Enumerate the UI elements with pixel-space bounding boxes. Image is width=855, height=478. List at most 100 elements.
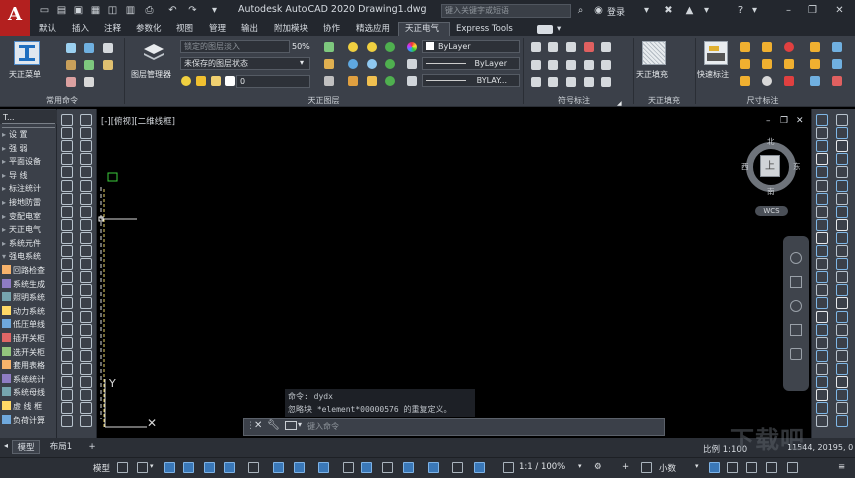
linetype-dropdown[interactable]: ByLayer — [422, 57, 520, 70]
model-space-button[interactable]: 模型 — [93, 462, 110, 474]
donut-tool-icon[interactable] — [80, 284, 92, 297]
ortho-icon[interactable] — [164, 462, 175, 473]
tangent-tool-icon[interactable] — [836, 218, 848, 231]
donut-tool-icon[interactable] — [61, 323, 73, 336]
bulb-off-icon[interactable] — [367, 42, 377, 52]
dim-tool-d-icon[interactable] — [832, 59, 842, 69]
tangent-tool-icon[interactable] — [836, 389, 848, 402]
tangent-tool-icon[interactable] — [836, 140, 848, 153]
current-layer-dropdown[interactable]: 0 — [236, 75, 310, 88]
undo-icon[interactable]: ↶ — [166, 4, 179, 17]
quick-dimension-label[interactable]: 快速标注 — [697, 69, 729, 80]
detail-icon[interactable] — [584, 77, 594, 87]
quick-properties-icon[interactable] — [709, 462, 720, 473]
layer-match-icon[interactable] — [324, 42, 334, 52]
hatch-fill-label[interactable]: 天正填充 — [636, 69, 668, 80]
panel-grip[interactable] — [2, 123, 55, 128]
tangent-tool-icon[interactable] — [836, 284, 848, 297]
layer-previous-icon[interactable] — [324, 59, 334, 69]
connect-dropdown-icon[interactable]: ▾ — [700, 4, 713, 17]
cut-icon[interactable] — [548, 77, 558, 87]
xline-tool-icon[interactable] — [61, 336, 73, 349]
tangent-tool-icon[interactable] — [816, 218, 828, 231]
spline-tool-icon[interactable] — [61, 192, 73, 205]
sidebar-item[interactable]: ▸ 强 弱 — [2, 143, 28, 154]
region-tool-icon[interactable] — [61, 284, 73, 297]
lock-icon[interactable] — [348, 76, 358, 86]
layer-green-icon[interactable] — [385, 42, 395, 52]
ceiling-height-icon[interactable] — [531, 42, 541, 52]
tangent-tool-icon[interactable] — [836, 153, 848, 166]
arc-tool-icon[interactable] — [61, 140, 73, 153]
dim-tool-f-icon[interactable] — [832, 76, 842, 86]
stamp-icon[interactable] — [584, 42, 594, 52]
tangent-tool-icon[interactable] — [816, 402, 828, 415]
gradient-tool-icon[interactable] — [61, 376, 73, 388]
3d-osnap-icon[interactable] — [343, 462, 354, 473]
linetype-match-icon[interactable] — [407, 59, 417, 69]
tangent-tool-icon[interactable] — [816, 258, 828, 271]
divide-tool-icon[interactable] — [61, 415, 73, 428]
index-icon[interactable] — [584, 60, 594, 70]
table-tool-icon[interactable] — [61, 258, 73, 271]
lineweight-toggle-icon[interactable] — [273, 462, 284, 473]
xline-tool-icon[interactable] — [80, 297, 92, 310]
sidebar-item[interactable]: 系统母线 — [2, 387, 45, 398]
layer-merge-icon[interactable] — [385, 76, 395, 86]
measure-tool-icon[interactable] — [80, 362, 92, 375]
spline-tool-icon[interactable] — [80, 153, 92, 166]
color-wheel-icon[interactable] — [407, 42, 417, 52]
command-input[interactable]: 键入命令 — [307, 421, 339, 432]
tangent-tool-icon[interactable] — [836, 127, 848, 140]
ray-tool-icon[interactable] — [80, 310, 92, 323]
dim-angle-icon[interactable] — [740, 59, 750, 69]
north-arrow-icon[interactable] — [601, 60, 611, 70]
thaw-icon[interactable] — [367, 59, 377, 69]
annotation-scale-dropdown-icon[interactable]: ▾ — [578, 462, 582, 470]
object-snap-tracking-icon[interactable] — [224, 462, 235, 473]
grid-icon[interactable] — [117, 462, 128, 473]
region-tool-icon[interactable] — [80, 245, 92, 257]
sidebar-item[interactable]: ▸ 导 线 — [2, 170, 28, 181]
sidebar-item[interactable]: 套用表格 — [2, 360, 45, 371]
connect-icon[interactable]: ▲ — [683, 4, 696, 17]
tab-home[interactable]: 默认 — [39, 23, 56, 36]
sidebar-item[interactable]: 照明系统 — [2, 292, 45, 303]
snap-icon[interactable] — [137, 462, 148, 473]
tab-addins[interactable]: 附加模块 — [274, 23, 308, 36]
tangent-tool-icon[interactable] — [836, 258, 848, 271]
selection-filter-icon[interactable] — [382, 462, 393, 473]
nav-zoom-icon[interactable] — [790, 300, 802, 312]
wcs-menu[interactable]: WCS — [755, 206, 788, 216]
tangent-tool-icon[interactable] — [836, 336, 848, 349]
hand-icon[interactable] — [66, 77, 76, 87]
quick-dimension-icon[interactable] — [704, 41, 728, 65]
revcloud-tool-icon[interactable] — [80, 258, 92, 271]
chevron-down-icon[interactable]: ▾ — [300, 58, 304, 67]
table-icon[interactable] — [84, 60, 94, 70]
layer-lock-fade-field[interactable]: 锁定的图层淡入 — [180, 40, 290, 53]
text-tool-icon[interactable] — [80, 205, 92, 218]
snap-dropdown-icon[interactable]: ▾ — [150, 462, 154, 470]
sidebar-item[interactable]: ▸ 天正电气 — [2, 224, 41, 235]
layer-lock-percent[interactable]: 50% — [292, 42, 310, 51]
tangent-tool-icon[interactable] — [816, 179, 828, 192]
mline-tool-icon[interactable] — [61, 362, 73, 375]
selection-cycling-icon[interactable] — [318, 462, 329, 473]
dim-tool-c-icon[interactable] — [810, 59, 820, 69]
ellipse-tool-icon[interactable] — [61, 205, 73, 218]
gizmo-icon[interactable] — [403, 462, 414, 473]
compass-south[interactable]: 南 — [767, 186, 775, 197]
restore-icon[interactable]: ❐ — [806, 4, 819, 17]
color-dropdown[interactable]: ByLayer — [422, 40, 520, 53]
isolate-objects-icon[interactable] — [766, 462, 777, 473]
tangent-tool-icon[interactable] — [816, 284, 828, 297]
login-button[interactable]: 登录 — [607, 5, 625, 18]
dim-arc-icon[interactable] — [740, 76, 750, 86]
sidebar-item[interactable]: 插开关柜 — [2, 333, 45, 344]
auto-scale-icon[interactable] — [452, 462, 463, 473]
text-tool-icon[interactable] — [61, 245, 73, 257]
dim-radius-icon[interactable] — [762, 59, 772, 69]
app-menu-button[interactable]: A — [0, 0, 30, 36]
hardware-acceleration-icon[interactable] — [746, 462, 757, 473]
